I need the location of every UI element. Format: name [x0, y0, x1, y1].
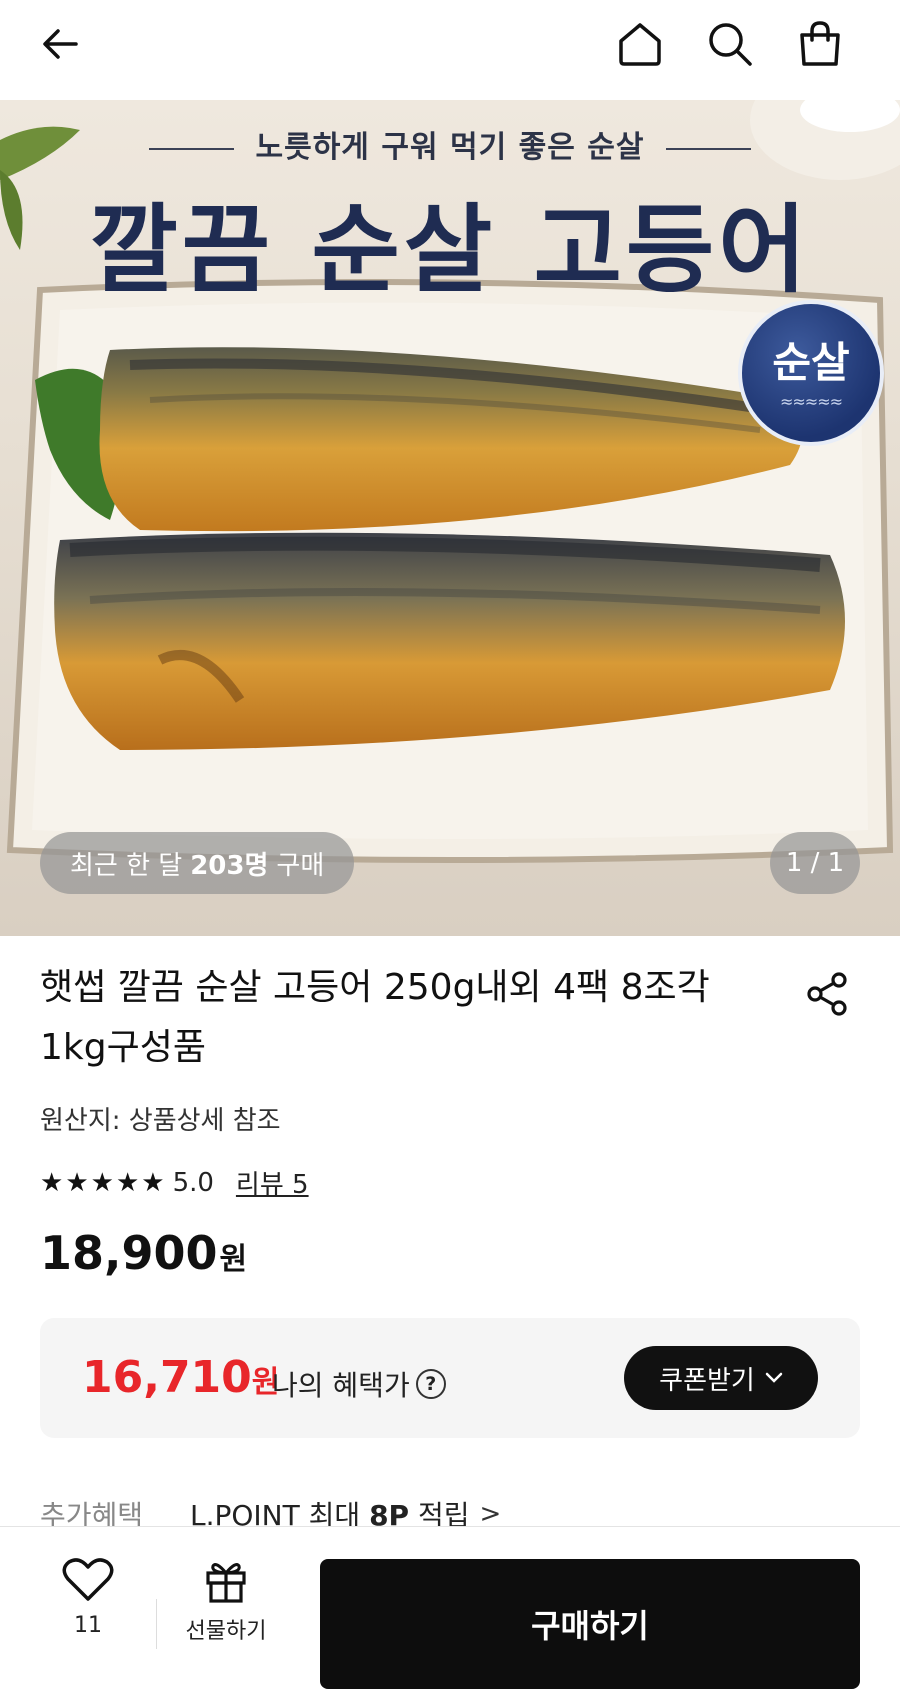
wave-icon: ≈≈≈≈≈	[779, 392, 843, 411]
chevron-right-icon: >	[479, 1499, 502, 1529]
heart-icon	[62, 1558, 114, 1601]
rating-value: 5.0	[172, 1167, 214, 1198]
hero-tagline: 노릇하게 구워 먹기 좋은 순살	[0, 122, 900, 166]
star-rating: ★ ★ ★ ★ ★	[40, 1170, 165, 1196]
benefit-price-box: 16,710원 나의 혜택가 ? 쿠폰받기	[40, 1318, 860, 1438]
share-button[interactable]	[800, 966, 856, 1022]
boneless-badge: 순살 ≈≈≈≈≈	[738, 300, 884, 446]
back-arrow-icon	[43, 29, 78, 59]
image-page-indicator: 1 / 1	[770, 832, 860, 894]
buy-button[interactable]: 구매하기	[320, 1559, 860, 1689]
star-icon: ★	[115, 1167, 140, 1198]
recent-purchase-badge: 최근 한 달 203명 구매	[40, 832, 355, 894]
star-icon: ★	[90, 1167, 114, 1198]
bottom-action-bar: 11 선물하기 구매하기	[0, 1526, 900, 1690]
divider	[156, 1599, 157, 1649]
star-icon: ★	[65, 1167, 89, 1198]
coupon-button[interactable]: 쿠폰받기	[624, 1346, 818, 1410]
search-button[interactable]	[698, 12, 762, 76]
chevron-down-icon	[765, 1372, 783, 1383]
rating-row: ★ ★ ★ ★ ★ 5.0 리뷰 5	[40, 1164, 309, 1201]
benefit-price: 16,710원	[82, 1352, 280, 1403]
origin-info: 원산지: 상품상세 참조	[40, 1106, 281, 1136]
cart-button[interactable]	[788, 12, 852, 76]
help-icon[interactable]: ?	[415, 1369, 446, 1399]
search-icon	[709, 23, 752, 66]
shopping-bag-icon	[800, 21, 840, 66]
gift-icon	[206, 1563, 246, 1603]
gift-label: 선물하기	[185, 1619, 267, 1644]
home-icon	[619, 23, 661, 66]
hero-title: 깔끔 순살 고등어	[89, 193, 811, 306]
star-icon: ★	[40, 1167, 64, 1198]
product-image-carousel[interactable]: 노릇하게 구워 먹기 좋은 순살 깔끔 순살 고등어 순살 ≈≈≈≈≈ 최근 한…	[0, 100, 900, 936]
benefit-label: 나의 혜택가 ?	[272, 1364, 446, 1404]
back-button[interactable]	[28, 12, 92, 76]
original-price: 18,900원	[40, 1226, 248, 1280]
wishlist-count: 11	[74, 1613, 102, 1638]
home-button[interactable]	[608, 12, 672, 76]
review-link[interactable]: 리뷰 5	[236, 1164, 309, 1201]
gift-button[interactable]: 선물하기	[176, 1557, 276, 1667]
share-icon	[807, 972, 847, 1016]
wishlist-button[interactable]: 11	[48, 1557, 128, 1667]
top-navigation-bar	[0, 0, 900, 100]
star-icon: ★	[141, 1167, 165, 1198]
product-title: 햇썹 깔끔 순살 고등어 250g내외 4팩 8조각 1kg구성품	[40, 967, 710, 1068]
